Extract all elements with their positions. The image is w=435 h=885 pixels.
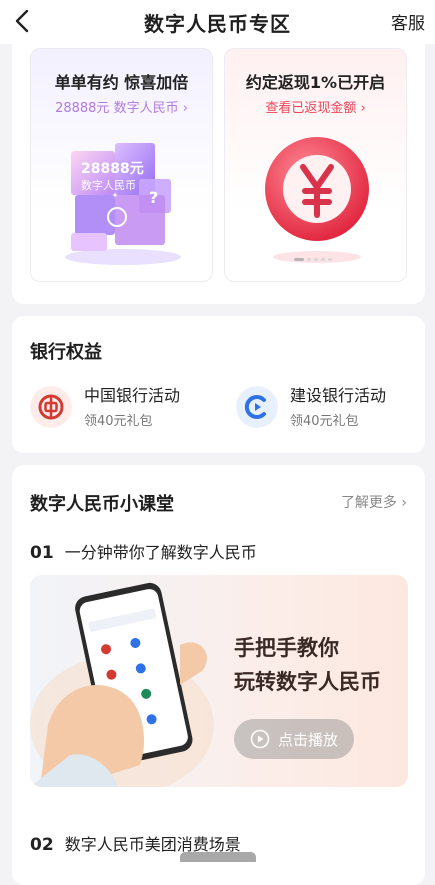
hand-phone-illustration [30, 582, 214, 787]
svg-text:?: ? [149, 188, 158, 207]
nav-bar: 数字人民币专区 客服 [0, 0, 435, 44]
yuan-coin-illustration [265, 137, 369, 263]
promo-card-cashback[interactable]: 约定返现1%已开启 查看已返现金额 › [224, 48, 407, 282]
promo-card-double-surprise[interactable]: 单单有约 惊喜加倍 28888元 数字人民币 › ? 28888元 数字人民币 [30, 48, 213, 282]
lesson-number: 01 [30, 543, 54, 563]
bank-gift-text: 领40元礼包 [290, 414, 359, 429]
promo-title: 约定返现1%已开启 [245, 73, 386, 92]
section-title: 数字人民币小课堂 [30, 494, 174, 515]
banner-line: 手把手教你 [234, 636, 339, 660]
bank-activity-name: 中国银行活动 [84, 386, 181, 405]
play-icon [250, 729, 270, 749]
promo-subtitle: 查看已返现金额 › [265, 101, 366, 116]
lesson-item[interactable]: 01 一分钟带你了解数字人民币 [30, 539, 257, 563]
bank-benefits-section: 银行权益 中国银行活动 领40元礼包 建设银行活动 领40元礼包 [12, 316, 425, 453]
banner-line: 玩转数字人民币 [234, 670, 381, 694]
video-banner[interactable]: 手把手教你 玩转数字人民币 点击播放 [30, 575, 408, 787]
bank-gift-text: 领40元礼包 [84, 414, 153, 429]
promo-art-label: 数字人民币 [81, 178, 136, 192]
bank-item-ccb[interactable]: 建设银行活动 领40元礼包 [236, 382, 426, 432]
banner-headline: 手把手教你 玩转数字人民币 [234, 631, 381, 699]
promo-title: 单单有约 惊喜加倍 [54, 73, 189, 92]
page-title: 数字人民币专区 [144, 12, 291, 36]
lesson-title: 一分钟带你了解数字人民币 [64, 543, 257, 562]
promo-art-amount: 28888元 [81, 161, 144, 177]
customer-service-button[interactable]: 客服 [391, 9, 425, 34]
play-label: 点击播放 [278, 731, 339, 749]
ccb-icon [236, 386, 278, 428]
bank-activity-name: 建设银行活动 [290, 386, 387, 405]
play-button[interactable]: 点击播放 [234, 719, 354, 759]
bank-item-boc[interactable]: 中国银行活动 领40元礼包 [30, 382, 220, 432]
section-title: 银行权益 [30, 342, 102, 363]
classroom-section: 数字人民币小课堂 了解更多 › 01 一分钟带你了解数字人民币 手把手教你 玩转… [12, 465, 425, 885]
carousel-indicator [294, 258, 332, 261]
digital-rmb-cube-illustration: ? 28888元 数字人民币 [65, 143, 181, 265]
lesson-number: 02 [30, 835, 54, 855]
learn-more-link[interactable]: 了解更多 › [341, 492, 407, 512]
promo-section: 单单有约 惊喜加倍 28888元 数字人民币 › ? 28888元 数字人民币 … [12, 44, 425, 304]
home-indicator [180, 852, 256, 862]
bank-of-china-icon [30, 386, 72, 428]
promo-subtitle: 28888元 数字人民币 › [55, 101, 188, 116]
